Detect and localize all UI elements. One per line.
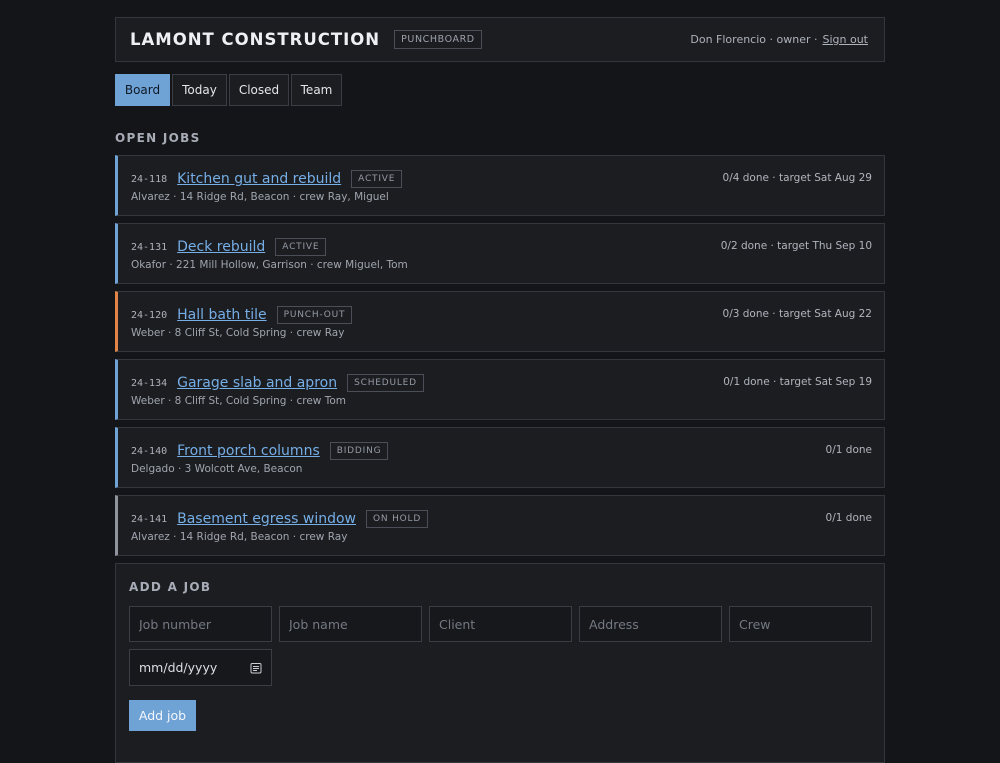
tab-closed[interactable]: Closed [229,74,289,106]
nav-tabs: Board Today Closed Team [115,74,885,106]
job-number: 24-120 [131,309,168,321]
job-name-link[interactable]: Basement egress window [177,511,356,527]
date-placeholder: mm/dd/yyyy [139,660,218,675]
tab-today[interactable]: Today [172,74,227,106]
job-meta: Weber · 8 Cliff St, Cold Spring · crew T… [131,395,346,407]
job-card: 24-134 Garage slab and apron SCHEDULED W… [115,359,885,420]
job-number: 24-134 [131,377,168,389]
crew-input[interactable] [729,606,872,642]
app: LAMONT CONSTRUCTION PUNCHBOARD Don Flore… [115,17,885,763]
job-card: 24-141 Basement egress window ON HOLD Al… [115,495,885,556]
job-number: 24-118 [131,173,168,185]
add-job-button[interactable]: Add job [129,700,196,731]
job-meta: Okafor · 221 Mill Hollow, Garrison · cre… [131,259,408,271]
job-progress: 0/1 done [825,444,872,456]
tab-board[interactable]: Board [115,74,170,106]
tab-team[interactable]: Team [291,74,342,106]
sign-out-link[interactable]: Sign out [822,33,868,46]
job-name-link[interactable]: Front porch columns [177,443,320,459]
job-name-link[interactable]: Hall bath tile [177,307,267,323]
add-job-heading: ADD A JOB [129,580,212,594]
app-header: LAMONT CONSTRUCTION PUNCHBOARD Don Flore… [115,17,885,62]
job-card: 24-140 Front porch columns BIDDING Delga… [115,427,885,488]
job-name-link[interactable]: Garage slab and apron [177,375,337,391]
job-name-link[interactable]: Deck rebuild [177,239,265,255]
address-input[interactable] [579,606,722,642]
job-progress: 0/1 done [825,512,872,524]
status-badge: PUNCH-OUT [276,306,353,324]
add-job-fields [129,606,872,642]
job-meta: Alvarez · 14 Ridge Rd, Beacon · crew Ray [131,531,348,543]
status-badge: SCHEDULED [347,374,424,392]
calendar-icon[interactable] [250,662,262,674]
status-badge: ON HOLD [366,510,429,528]
status-badge: ACTIVE [351,170,403,188]
job-list: 24-118 Kitchen gut and rebuild ACTIVE Al… [115,155,885,556]
job-number: 24-131 [131,241,168,253]
user-info: Don Florencio · owner · Sign out [690,33,868,46]
job-card: 24-118 Kitchen gut and rebuild ACTIVE Al… [115,155,885,216]
job-progress: 0/3 done · target Sat Aug 22 [722,308,872,320]
job-meta: Delgado · 3 Wolcott Ave, Beacon [131,463,303,475]
target-date-input[interactable]: mm/dd/yyyy [129,649,272,686]
job-number: 24-140 [131,445,168,457]
app-badge: PUNCHBOARD [394,30,482,49]
brand-title: LAMONT CONSTRUCTION [130,30,381,49]
job-number: 24-141 [131,513,168,525]
add-job-panel: ADD A JOB mm/dd/yyyy Add job [115,563,885,763]
job-card: 24-131 Deck rebuild ACTIVE Okafor · 221 … [115,223,885,284]
job-number-input[interactable] [129,606,272,642]
status-badge: BIDDING [329,442,389,460]
user-label: Don Florencio · owner · [690,33,818,46]
job-progress: 0/1 done · target Sat Sep 19 [723,376,872,388]
job-meta: Weber · 8 Cliff St, Cold Spring · crew R… [131,327,345,339]
job-name-link[interactable]: Kitchen gut and rebuild [177,171,341,187]
job-progress: 0/2 done · target Thu Sep 10 [720,240,872,252]
job-card: 24-120 Hall bath tile PUNCH-OUT Weber · … [115,291,885,352]
status-badge: ACTIVE [275,238,327,256]
job-progress: 0/4 done · target Sat Aug 29 [722,172,872,184]
client-input[interactable] [429,606,572,642]
job-meta: Alvarez · 14 Ridge Rd, Beacon · crew Ray… [131,191,389,203]
open-jobs-heading: OPEN JOBS [115,131,201,145]
job-name-input[interactable] [279,606,422,642]
